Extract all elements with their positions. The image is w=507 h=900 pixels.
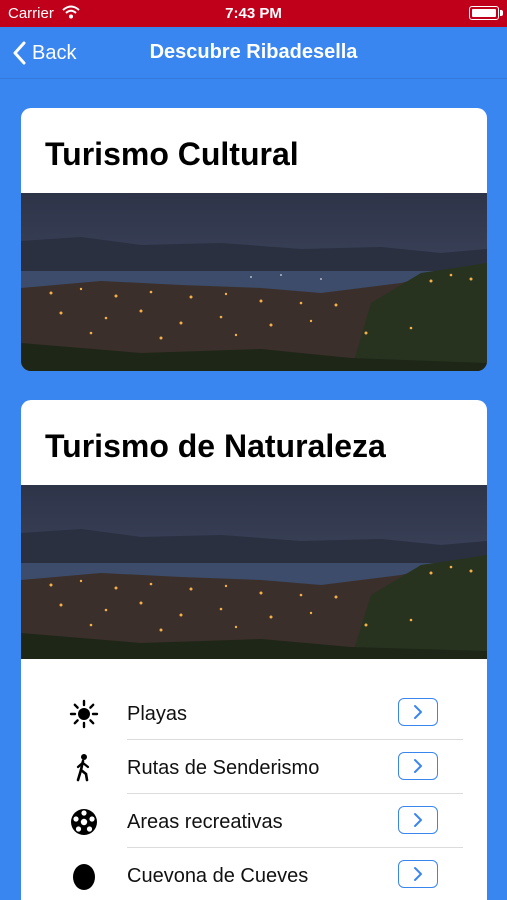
chevron-right-icon: [414, 813, 422, 827]
chevron-right-button[interactable]: [398, 806, 438, 834]
ribadesella-night-photo: [21, 485, 487, 659]
chevron-right-icon: [414, 705, 422, 719]
chevron-right-button[interactable]: [398, 752, 438, 780]
menu-item-label: Rutas de Senderismo: [127, 757, 320, 779]
chevron-right-button[interactable]: [398, 860, 438, 888]
ribadesella-night-photo: [21, 193, 487, 371]
menu-item-playas[interactable]: Playas: [21, 687, 487, 740]
card-title: Turismo Cultural: [45, 136, 299, 172]
card-turismo-naturaleza: Turismo de Naturaleza Playas Rutas de Se…: [21, 400, 487, 900]
menu-item-areas-recreativas[interactable]: Areas recreativas: [21, 795, 487, 848]
status-bar: Carrier 7:43 PM: [0, 0, 507, 27]
hiker-icon: [69, 753, 99, 783]
chevron-right-icon: [414, 867, 422, 881]
chevron-right-button[interactable]: [398, 698, 438, 726]
card-title: Turismo de Naturaleza: [45, 428, 386, 464]
menu-item-cuevona-cueves[interactable]: Cuevona de Cueves: [21, 849, 487, 900]
menu-item-label: Areas recreativas: [127, 811, 283, 833]
menu-item-label: Cuevona de Cueves: [127, 865, 309, 887]
divider: [127, 793, 463, 794]
page-title: Descubre Ribadesella: [149, 41, 358, 63]
stone-icon: [69, 861, 99, 891]
battery-icon: [469, 6, 503, 20]
status-time: 7:43 PM: [225, 5, 282, 22]
chevron-right-icon: [414, 759, 422, 773]
menu-item-label: Playas: [127, 703, 188, 725]
navigation-bar: Back Descubre Ribadesella: [0, 27, 507, 79]
divider: [127, 739, 463, 740]
divider: [127, 847, 463, 848]
menu-item-rutas-senderismo[interactable]: Rutas de Senderismo: [21, 741, 487, 794]
card-turismo-cultural[interactable]: Turismo Cultural: [21, 108, 487, 371]
soccer-ball-icon: [69, 807, 99, 837]
sun-icon: [69, 699, 99, 729]
